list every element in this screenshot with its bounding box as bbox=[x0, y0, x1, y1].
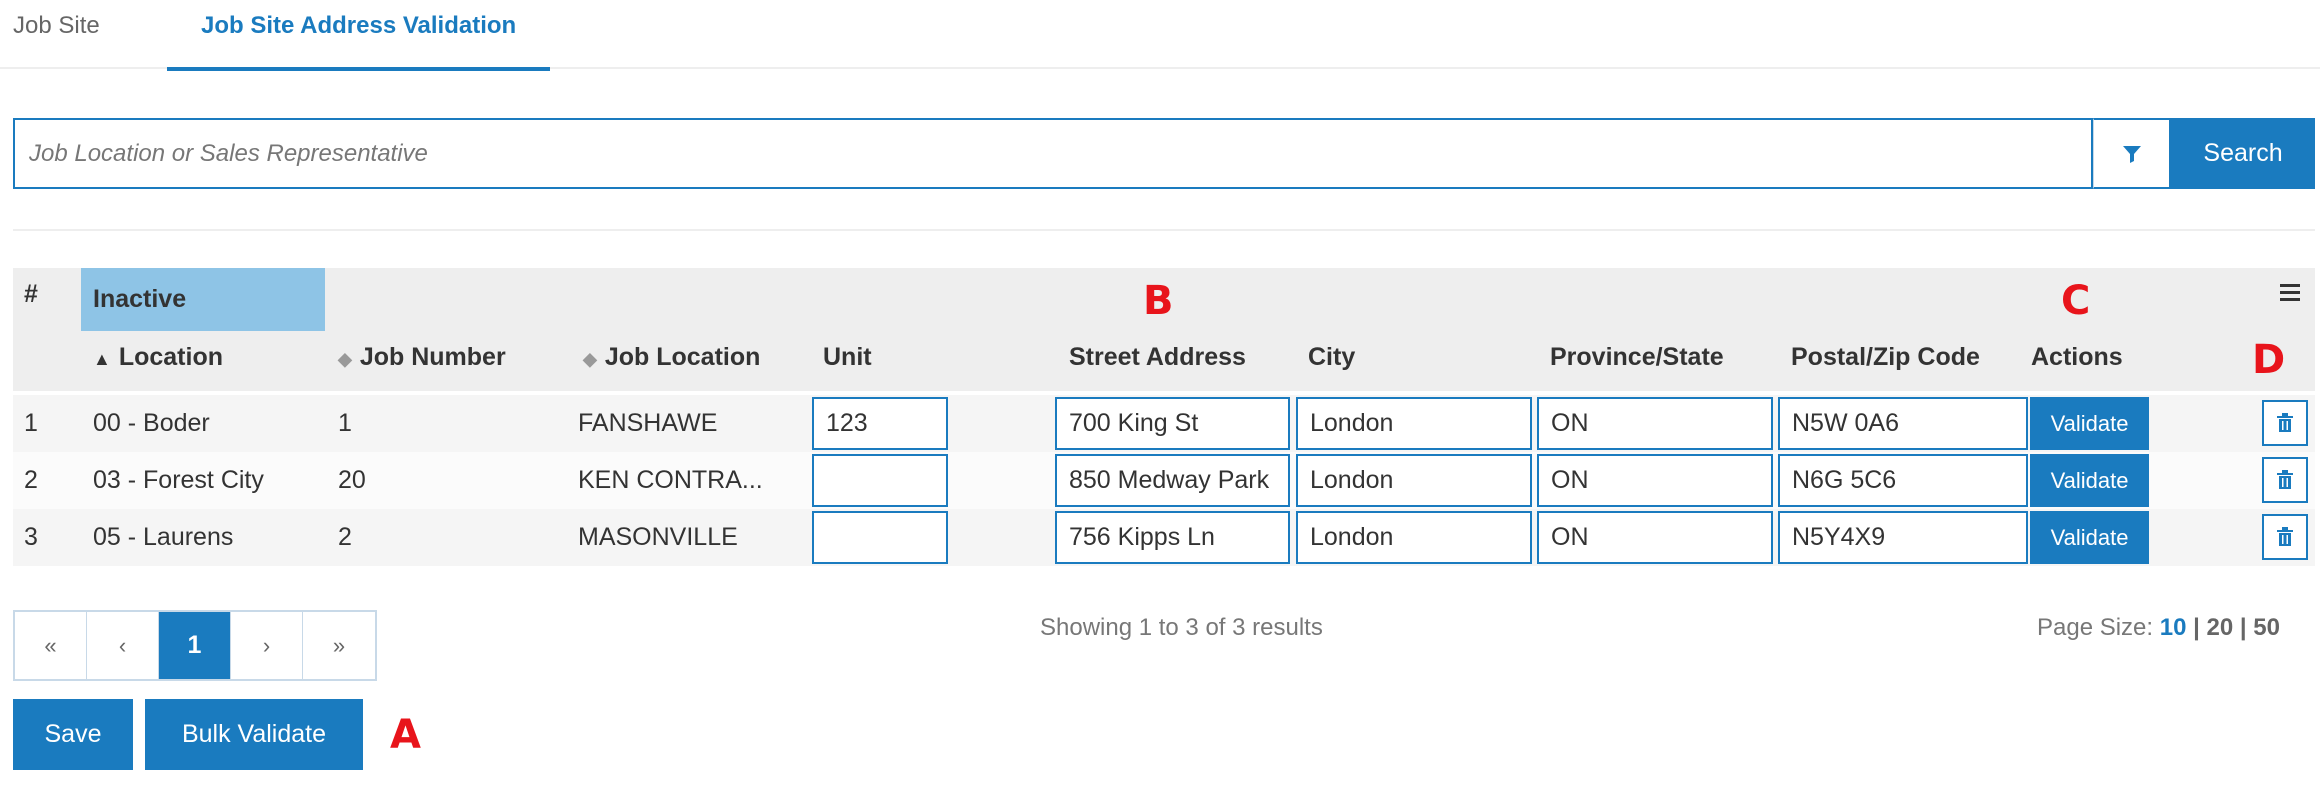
street-address-field[interactable]: 700 King St bbox=[1055, 397, 1290, 450]
cell-location: 03 - Forest City bbox=[93, 466, 264, 494]
save-button[interactable]: Save bbox=[13, 699, 133, 770]
search-button[interactable]: Search bbox=[2171, 118, 2315, 189]
cell-job-number: 20 bbox=[338, 466, 366, 494]
row-number: 1 bbox=[24, 409, 38, 437]
cell-job-number: 1 bbox=[338, 409, 352, 437]
validate-button[interactable]: Validate bbox=[2030, 454, 2149, 507]
table-row: 1 00 - Boder 1 FANSHAWE 123 700 King St … bbox=[13, 395, 2315, 452]
validate-button[interactable]: Validate bbox=[2030, 397, 2149, 450]
header-postal-zip: Postal/Zip Code bbox=[1791, 343, 1980, 371]
tab-job-site-address-validation[interactable]: Job Site Address Validation bbox=[167, 0, 551, 71]
header-job-number[interactable]: ◆ Job Number bbox=[338, 343, 506, 372]
postal-zip-field[interactable]: N5W 0A6 bbox=[1778, 397, 2028, 450]
filter-button[interactable] bbox=[2093, 118, 2171, 189]
street-address-field[interactable]: 756 Kipps Ln bbox=[1055, 511, 1290, 564]
street-address-field[interactable]: 850 Medway Park bbox=[1055, 454, 1290, 507]
inactive-group-chip[interactable]: Inactive bbox=[81, 268, 325, 331]
results-summary: Showing 1 to 3 of 3 results bbox=[1040, 614, 1323, 641]
header-location-label: Location bbox=[118, 343, 223, 371]
first-page-button[interactable]: « bbox=[15, 612, 87, 679]
current-page-button[interactable]: 1 bbox=[159, 612, 231, 679]
header-city: City bbox=[1308, 343, 1356, 371]
header-actions: Actions bbox=[2031, 343, 2123, 371]
filter-icon bbox=[2122, 145, 2141, 163]
cell-location: 00 - Boder bbox=[93, 409, 210, 437]
sort-icon: ◆ bbox=[338, 349, 352, 369]
province-state-field[interactable]: ON bbox=[1537, 454, 1773, 507]
tab-job-site[interactable]: Job Site bbox=[13, 0, 100, 67]
header-job-number-label: Job Number bbox=[359, 343, 506, 371]
cell-job-number: 2 bbox=[338, 523, 352, 551]
header-province-state: Province/State bbox=[1550, 343, 1724, 371]
pagination: « ‹ 1 › » bbox=[13, 610, 377, 681]
divider bbox=[13, 229, 2315, 231]
header-job-location[interactable]: ◆ Job Location bbox=[583, 343, 760, 372]
hamburger-menu-icon[interactable] bbox=[2278, 282, 2302, 307]
cell-job-location: KEN CONTRA... bbox=[578, 466, 763, 494]
postal-zip-field[interactable]: N5Y4X9 bbox=[1778, 511, 2028, 564]
cell-location: 05 - Laurens bbox=[93, 523, 234, 551]
page-size-selector: Page Size: 10 | 20 | 50 bbox=[2037, 614, 2280, 642]
annotation-c: C bbox=[2061, 278, 2091, 324]
postal-zip-field[interactable]: N6G 5C6 bbox=[1778, 454, 2028, 507]
header-unit: Unit bbox=[823, 343, 872, 371]
unit-field[interactable] bbox=[812, 454, 948, 507]
trash-icon bbox=[2277, 527, 2293, 546]
annotation-b: B bbox=[1143, 278, 1174, 324]
page-size-option-10[interactable]: 10 bbox=[2160, 614, 2187, 641]
row-number: 3 bbox=[24, 523, 38, 551]
trash-icon bbox=[2277, 470, 2293, 489]
last-page-button[interactable]: » bbox=[303, 612, 375, 679]
cell-job-location: FANSHAWE bbox=[578, 409, 718, 437]
bulk-validate-button[interactable]: Bulk Validate bbox=[145, 699, 363, 770]
annotation-d: D bbox=[2252, 337, 2286, 383]
page-size-option-20[interactable]: 20 bbox=[2207, 614, 2234, 641]
table-row: 3 05 - Laurens 2 MASONVILLE 756 Kipps Ln… bbox=[13, 509, 2315, 566]
city-field[interactable]: London bbox=[1296, 511, 1532, 564]
city-field[interactable]: London bbox=[1296, 397, 1532, 450]
row-number-header: # bbox=[24, 280, 38, 308]
table-row: 2 03 - Forest City 20 KEN CONTRA... 850 … bbox=[13, 452, 2315, 509]
row-number: 2 bbox=[24, 466, 38, 494]
city-field[interactable]: London bbox=[1296, 454, 1532, 507]
next-page-button[interactable]: › bbox=[231, 612, 303, 679]
delete-button[interactable] bbox=[2262, 457, 2308, 503]
search-input[interactable] bbox=[13, 118, 2093, 189]
page-size-option-50[interactable]: 50 bbox=[2253, 614, 2280, 641]
sort-ascending-icon: ▲ bbox=[93, 349, 111, 369]
annotation-a: A bbox=[390, 712, 421, 758]
province-state-field[interactable]: ON bbox=[1537, 511, 1773, 564]
header-street-address: Street Address bbox=[1069, 343, 1246, 371]
sort-icon: ◆ bbox=[583, 349, 597, 369]
province-state-field[interactable]: ON bbox=[1537, 397, 1773, 450]
page-size-separator: | bbox=[2239, 614, 2247, 641]
delete-button[interactable] bbox=[2262, 400, 2308, 446]
header-location[interactable]: ▲ Location bbox=[93, 343, 223, 372]
previous-page-button[interactable]: ‹ bbox=[87, 612, 159, 679]
validate-button[interactable]: Validate bbox=[2030, 511, 2149, 564]
delete-button[interactable] bbox=[2262, 514, 2308, 560]
cell-job-location: MASONVILLE bbox=[578, 523, 738, 551]
trash-icon bbox=[2277, 413, 2293, 432]
page-size-separator: | bbox=[2193, 614, 2200, 641]
header-job-location-label: Job Location bbox=[604, 343, 761, 371]
page-size-label: Page Size: bbox=[2037, 614, 2154, 641]
tab-bar: Job Site Job Site Address Validation bbox=[0, 0, 2320, 71]
unit-field[interactable]: 123 bbox=[812, 397, 948, 450]
unit-field[interactable] bbox=[812, 511, 948, 564]
